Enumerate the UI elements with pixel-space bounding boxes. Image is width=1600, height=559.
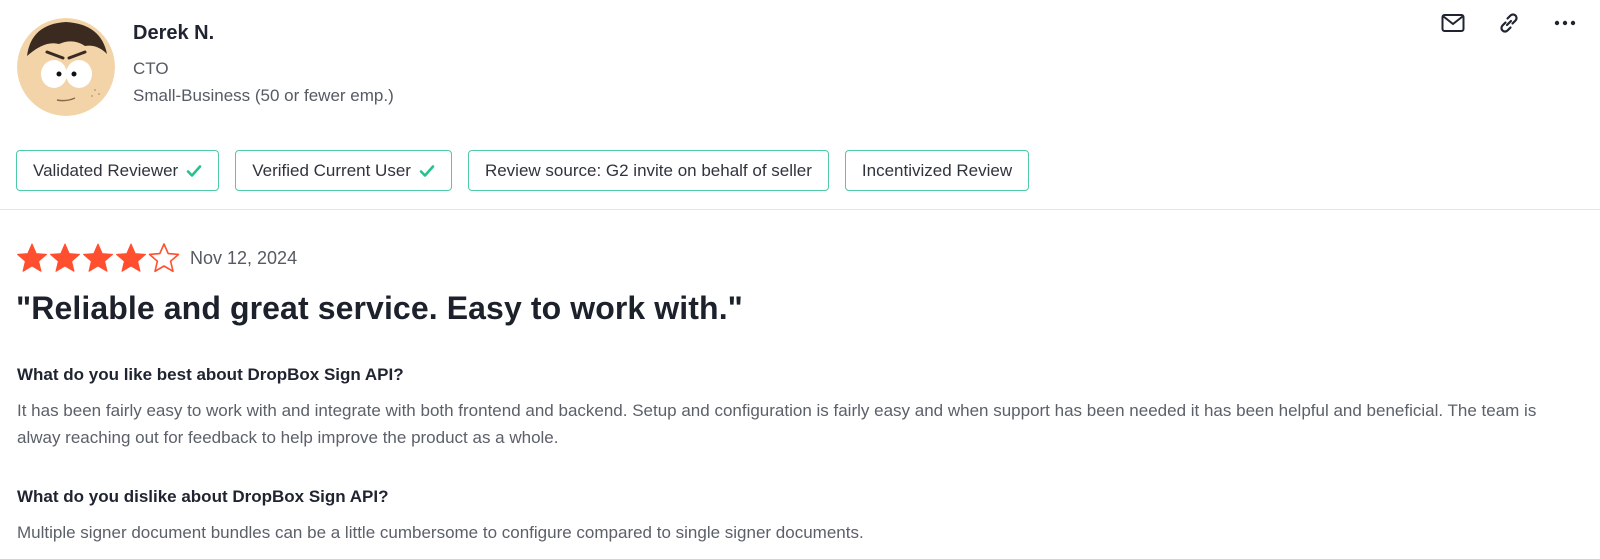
badge-label: Incentivized Review (861, 160, 1013, 180)
check-icon (419, 164, 435, 177)
reviewer-segment: Small-Business (50 or fewer emp.) (133, 86, 394, 105)
stars (16, 242, 180, 274)
star-filled-icon (50, 243, 80, 272)
avatar (17, 18, 115, 116)
answer-likes: It has been fairly easy to work with and… (17, 401, 1537, 447)
badge-label: Review source: G2 invite on behalf of se… (484, 160, 812, 180)
check-icon (186, 164, 202, 177)
divider (0, 209, 1600, 210)
star-filled-icon (116, 243, 146, 272)
badge-validated-reviewer[interactable]: Validated Reviewer (16, 150, 220, 191)
review-title: "Reliable and great service. Easy to wor… (16, 290, 743, 326)
reviewer-badges: Validated Reviewer Verified Current User… (16, 150, 1030, 191)
badge-verified-current-user[interactable]: Verified Current User (235, 150, 452, 191)
review-date: Nov 12, 2024 (190, 247, 298, 268)
review-actions (1440, 10, 1578, 36)
question-likes: What do you like best about DropBox Sign… (17, 365, 404, 384)
star-filled-icon (17, 243, 47, 272)
more-icon[interactable] (1552, 10, 1578, 36)
star-empty-icon (148, 243, 180, 273)
badge-review-source[interactable]: Review source: G2 invite on behalf of se… (467, 150, 829, 191)
badge-label: Verified Current User (252, 160, 411, 180)
star-rating: Nov 12, 2024 (16, 242, 297, 274)
badge-incentivized-review[interactable]: Incentivized Review (844, 150, 1030, 191)
review-card: Derek N. CTO Small-Business (50 or fewer… (0, 0, 1600, 559)
reviewer-title: CTO (133, 59, 169, 78)
reviewer-name: Derek N. (133, 22, 215, 44)
star-filled-icon (83, 243, 113, 272)
badge-label: Validated Reviewer (33, 160, 179, 180)
answer-dislikes: Multiple signer document bundles can be … (17, 523, 864, 542)
link-icon[interactable] (1496, 10, 1522, 36)
mail-icon[interactable] (1440, 10, 1466, 36)
question-dislikes: What do you dislike about DropBox Sign A… (17, 487, 389, 506)
